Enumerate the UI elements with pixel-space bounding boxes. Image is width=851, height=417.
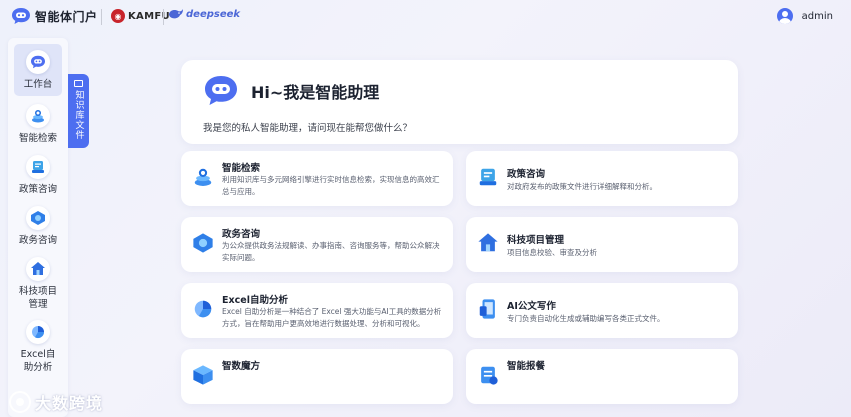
policy-doc-icon [26, 155, 50, 179]
knowledge-base-label: 知识库文件 [73, 90, 84, 140]
sidebar-item-smart-search[interactable]: 智能检索 [8, 104, 68, 145]
chat-bot-logo-icon [12, 8, 30, 24]
meal-order-icon [481, 366, 498, 385]
card-title: 智能报餐 [507, 361, 546, 372]
card-description: 专门负责自动化生成或辅助编写各类正式文件。 [507, 314, 665, 323]
sidebar-item-label: 智能检索 [18, 133, 57, 144]
card-title: 政策咨询 [507, 169, 546, 180]
greeting-subtitle: 我是您的私人智能助理，请问现在能帮您做什么？ [203, 123, 413, 134]
pie-chart-icon [26, 320, 50, 344]
deepseek-name: deepseek [186, 8, 241, 20]
knowledge-base-tab[interactable]: 知识库文件 [68, 74, 89, 148]
chat-bot-icon [26, 50, 50, 74]
sidebar-item-label: 科技项目管理 [18, 286, 57, 310]
kamfu-mark-icon: ◉ [111, 9, 125, 23]
user-avatar-icon[interactable] [776, 8, 793, 24]
feature-card-policy[interactable]: 政策咨询 对政府发布的政策文件进行详细解释和分析。 [466, 151, 738, 206]
top-bar: 智能体门户 ◉ KAMFU deepseek admin [0, 0, 851, 34]
greeting-title: Hi~我是智能助理 [251, 83, 380, 102]
gov-service-icon [26, 206, 50, 230]
sidebar-item-tech-project[interactable]: 科技项目管理 [8, 257, 68, 311]
project-house-icon [26, 257, 50, 281]
assistant-greeting-card: Hi~我是智能助理 我是您的私人智能助理，请问现在能帮您做什么？ [181, 60, 738, 144]
kamfu-logo: ◉ KAMFU [111, 9, 170, 23]
watermark-text: 大数跨境 [35, 394, 104, 413]
feature-card-ai-writing[interactable]: AI公文写作 专门负责自动化生成或辅助编写各类正式文件。 [466, 283, 738, 338]
deepseek-logo: deepseek [168, 8, 240, 20]
sidebar-item-workbench[interactable]: 工作台 [14, 44, 62, 96]
search-stack-icon [194, 168, 212, 186]
user-name[interactable]: admin [802, 11, 833, 22]
feature-card-excel[interactable]: Excel自助分析 Excel 自助分析是一种结合了 Excel 强大功能与AI… [181, 283, 453, 338]
sidebar-item-excel[interactable]: Excel自助分析 [8, 320, 68, 374]
divider [101, 9, 102, 25]
watermark-logo-icon [9, 391, 31, 413]
feature-card-meal-order[interactable]: 智能报餐 [466, 349, 738, 404]
card-title: AI公文写作 [507, 301, 556, 312]
app-title: 智能体门户 [35, 9, 98, 24]
watermark: 大数跨境 [9, 390, 103, 414]
card-title: 智能检索 [222, 163, 261, 174]
feature-card-data-cube[interactable]: 智数魔方 [181, 349, 453, 404]
user-menu[interactable]: admin [776, 8, 833, 24]
whale-icon [169, 9, 183, 19]
pie-chart-icon [194, 300, 212, 318]
sidebar-item-label: Excel自助分析 [20, 349, 56, 373]
card-title: Excel自助分析 [222, 295, 288, 306]
card-description: 利用知识库与多元网络引擎进行实时信息检索，实现信息的高效汇总与应用。 [222, 175, 440, 196]
card-description: Excel 自助分析是一种结合了 Excel 强大功能与AI工具的数据分析方式，… [222, 307, 442, 328]
gov-service-icon [193, 233, 213, 253]
card-description: 对政府发布的政策文件进行详细解释和分析。 [507, 182, 657, 191]
search-stack-icon [26, 104, 50, 128]
feature-card-gov[interactable]: 政务咨询 为公众提供政务法规解读、办事指南、咨询服务等，帮助公众解决实际问题。 [181, 217, 453, 272]
folder-icon [74, 80, 83, 87]
card-title: 智数魔方 [222, 361, 261, 372]
feature-card-smart-search[interactable]: 智能检索 利用知识库与多元网络引擎进行实时信息检索，实现信息的高效汇总与应用。 [181, 151, 453, 206]
divider [163, 9, 164, 25]
cube-icon [193, 365, 213, 385]
sidebar: 工作台 智能检索 政策咨询 政务咨询 科技项目管理 Excel自助分析 [8, 38, 68, 417]
chat-bot-icon [205, 76, 237, 105]
sidebar-item-label: 政策咨询 [18, 184, 57, 195]
document-phone-icon [479, 299, 495, 319]
brand[interactable]: 智能体门户 [11, 7, 98, 25]
sidebar-item-policy[interactable]: 政策咨询 [8, 155, 68, 196]
card-description: 项目信息校验、审查及分析 [507, 248, 597, 257]
card-title: 科技项目管理 [507, 235, 565, 246]
card-description: 为公众提供政务法规解读、办事指南、咨询服务等，帮助公众解决实际问题。 [222, 241, 440, 262]
project-house-icon [478, 233, 498, 252]
feature-card-tech-project[interactable]: 科技项目管理 项目信息校验、审查及分析 [466, 217, 738, 272]
sidebar-item-gov[interactable]: 政务咨询 [8, 206, 68, 247]
sidebar-item-label: 政务咨询 [18, 235, 57, 246]
card-title: 政务咨询 [222, 229, 261, 240]
policy-doc-icon [479, 168, 497, 186]
sidebar-item-label: 工作台 [23, 79, 53, 90]
